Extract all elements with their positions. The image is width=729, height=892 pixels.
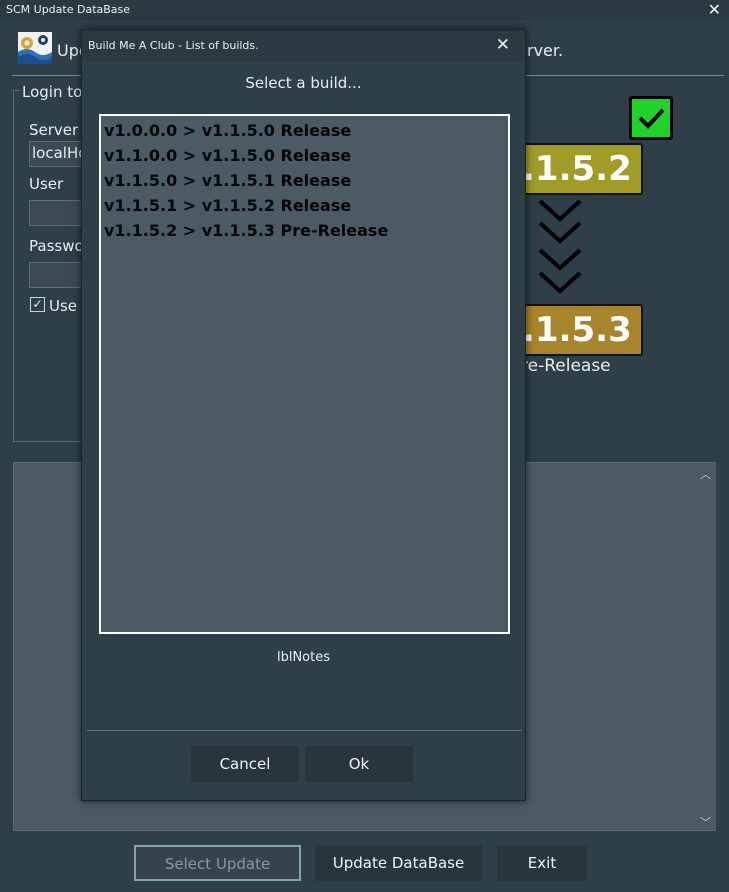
password-label: Passwo (29, 237, 84, 255)
build-list-dialog: Build Me A Club - List of builds. ✕ Sele… (81, 29, 526, 801)
exit-button[interactable]: Exit (497, 845, 587, 881)
server-field-value: localHo (32, 144, 88, 162)
window-title: SCM Update DataBase (6, 3, 131, 16)
use-checkbox[interactable]: ✓ (30, 297, 45, 312)
password-field[interactable] (29, 262, 89, 288)
build-list-item[interactable]: v1.1.5.0 > v1.1.5.1 Release (101, 168, 388, 193)
ok-button[interactable]: Ok (305, 746, 413, 782)
server-label: Server I (29, 121, 88, 139)
chevron-down-icon (535, 198, 585, 302)
build-list-item[interactable]: v1.0.0.0 > v1.1.5.0 Release (101, 118, 388, 143)
build-listbox[interactable]: v1.0.0.0 > v1.1.5.0 Release v1.1.0.0 > v1… (99, 114, 510, 634)
scroll-up-icon[interactable]: ︿ (700, 466, 711, 482)
use-checkbox-label: Use (49, 297, 78, 315)
select-update-button[interactable]: Select Update (134, 845, 301, 881)
scroll-down-icon[interactable]: ﹀ (700, 814, 711, 830)
target-release-type: re-Release (521, 356, 611, 376)
window-close-button[interactable]: ✕ (708, 0, 721, 19)
notes-scrollbar[interactable] (696, 463, 716, 830)
app-logo-icon (18, 32, 52, 64)
header-text-right: rver. (527, 41, 564, 60)
user-field[interactable] (29, 200, 89, 226)
status-ok-icon (629, 96, 673, 140)
dialog-prompt: Select a build... (245, 74, 362, 92)
build-list-item[interactable]: v1.1.5.1 > v1.1.5.2 Release (101, 193, 388, 218)
cancel-button[interactable]: Cancel (191, 746, 299, 782)
update-database-button[interactable]: Update DataBase (315, 845, 482, 881)
target-version-badge: .1.5.3 (520, 304, 643, 356)
window-titlebar: SCM Update DataBase ✕ (0, 0, 729, 20)
login-group-legend: Login to (20, 83, 85, 101)
build-list-item[interactable]: v1.1.5.2 > v1.1.5.3 Pre-Release (101, 218, 388, 243)
current-version-badge: .1.5.2 (520, 143, 643, 195)
dialog-title: Build Me A Club - List of builds. (88, 39, 259, 52)
dialog-titlebar: Build Me A Club - List of builds. ✕ (82, 30, 525, 62)
user-label: User (29, 175, 64, 193)
dialog-close-button[interactable]: ✕ (496, 35, 510, 55)
notes-label: lblNotes (276, 650, 331, 665)
dialog-divider (87, 730, 522, 731)
build-list-item[interactable]: v1.1.0.0 > v1.1.5.0 Release (101, 143, 388, 168)
